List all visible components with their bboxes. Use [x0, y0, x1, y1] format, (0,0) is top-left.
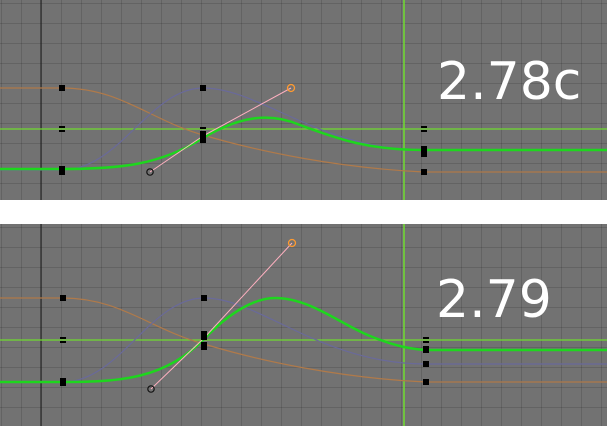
- keyframe-marker-icon: [59, 85, 65, 91]
- keyframe-marker-icon: [60, 341, 66, 343]
- keyframe-marker-icon: [423, 346, 429, 353]
- keyframe-marker-icon: [59, 166, 65, 175]
- keyframe-marker-icon: [421, 169, 427, 175]
- keyframe-marker-icon: [423, 341, 429, 343]
- keyframe-marker-icon: [421, 130, 427, 132]
- left-handle-line: [149, 135, 204, 173]
- keyframe-marker-icon: [60, 295, 66, 301]
- graph-editor-2-79[interactable]: 2.79: [0, 224, 607, 426]
- left-handle-line: [150, 337, 205, 390]
- keyframe-marker-icon: [421, 126, 427, 128]
- keyframe-marker-icon: [423, 337, 429, 339]
- panel-separator: [0, 200, 607, 224]
- keyframe-marker-icon: [201, 331, 207, 340]
- version-label: 2.79: [436, 270, 552, 330]
- keyframe-marker-icon: [423, 379, 429, 385]
- keyframe-markers[interactable]: [59, 85, 427, 175]
- keyframe-marker-icon: [200, 131, 206, 143]
- keyframe-marker-icon: [60, 378, 66, 386]
- keyframe-marker-icon: [201, 295, 207, 301]
- right-handle-line: [203, 242, 293, 339]
- keyframe-marker-icon: [421, 146, 427, 157]
- version-label: 2.78c: [437, 52, 582, 112]
- keyframe-marker-icon: [59, 126, 65, 128]
- keyframe-marker-icon: [423, 361, 429, 367]
- keyframe-marker-icon: [60, 337, 66, 339]
- graph-editor-2-78c[interactable]: 2.78c: [0, 0, 607, 200]
- keyframe-marker-icon: [59, 130, 65, 132]
- active-fcurve[interactable]: [0, 116, 607, 171]
- keyframe-marker-icon: [200, 127, 206, 129]
- keyframe-marker-icon: [201, 342, 207, 350]
- keyframe-marker-icon: [200, 85, 206, 91]
